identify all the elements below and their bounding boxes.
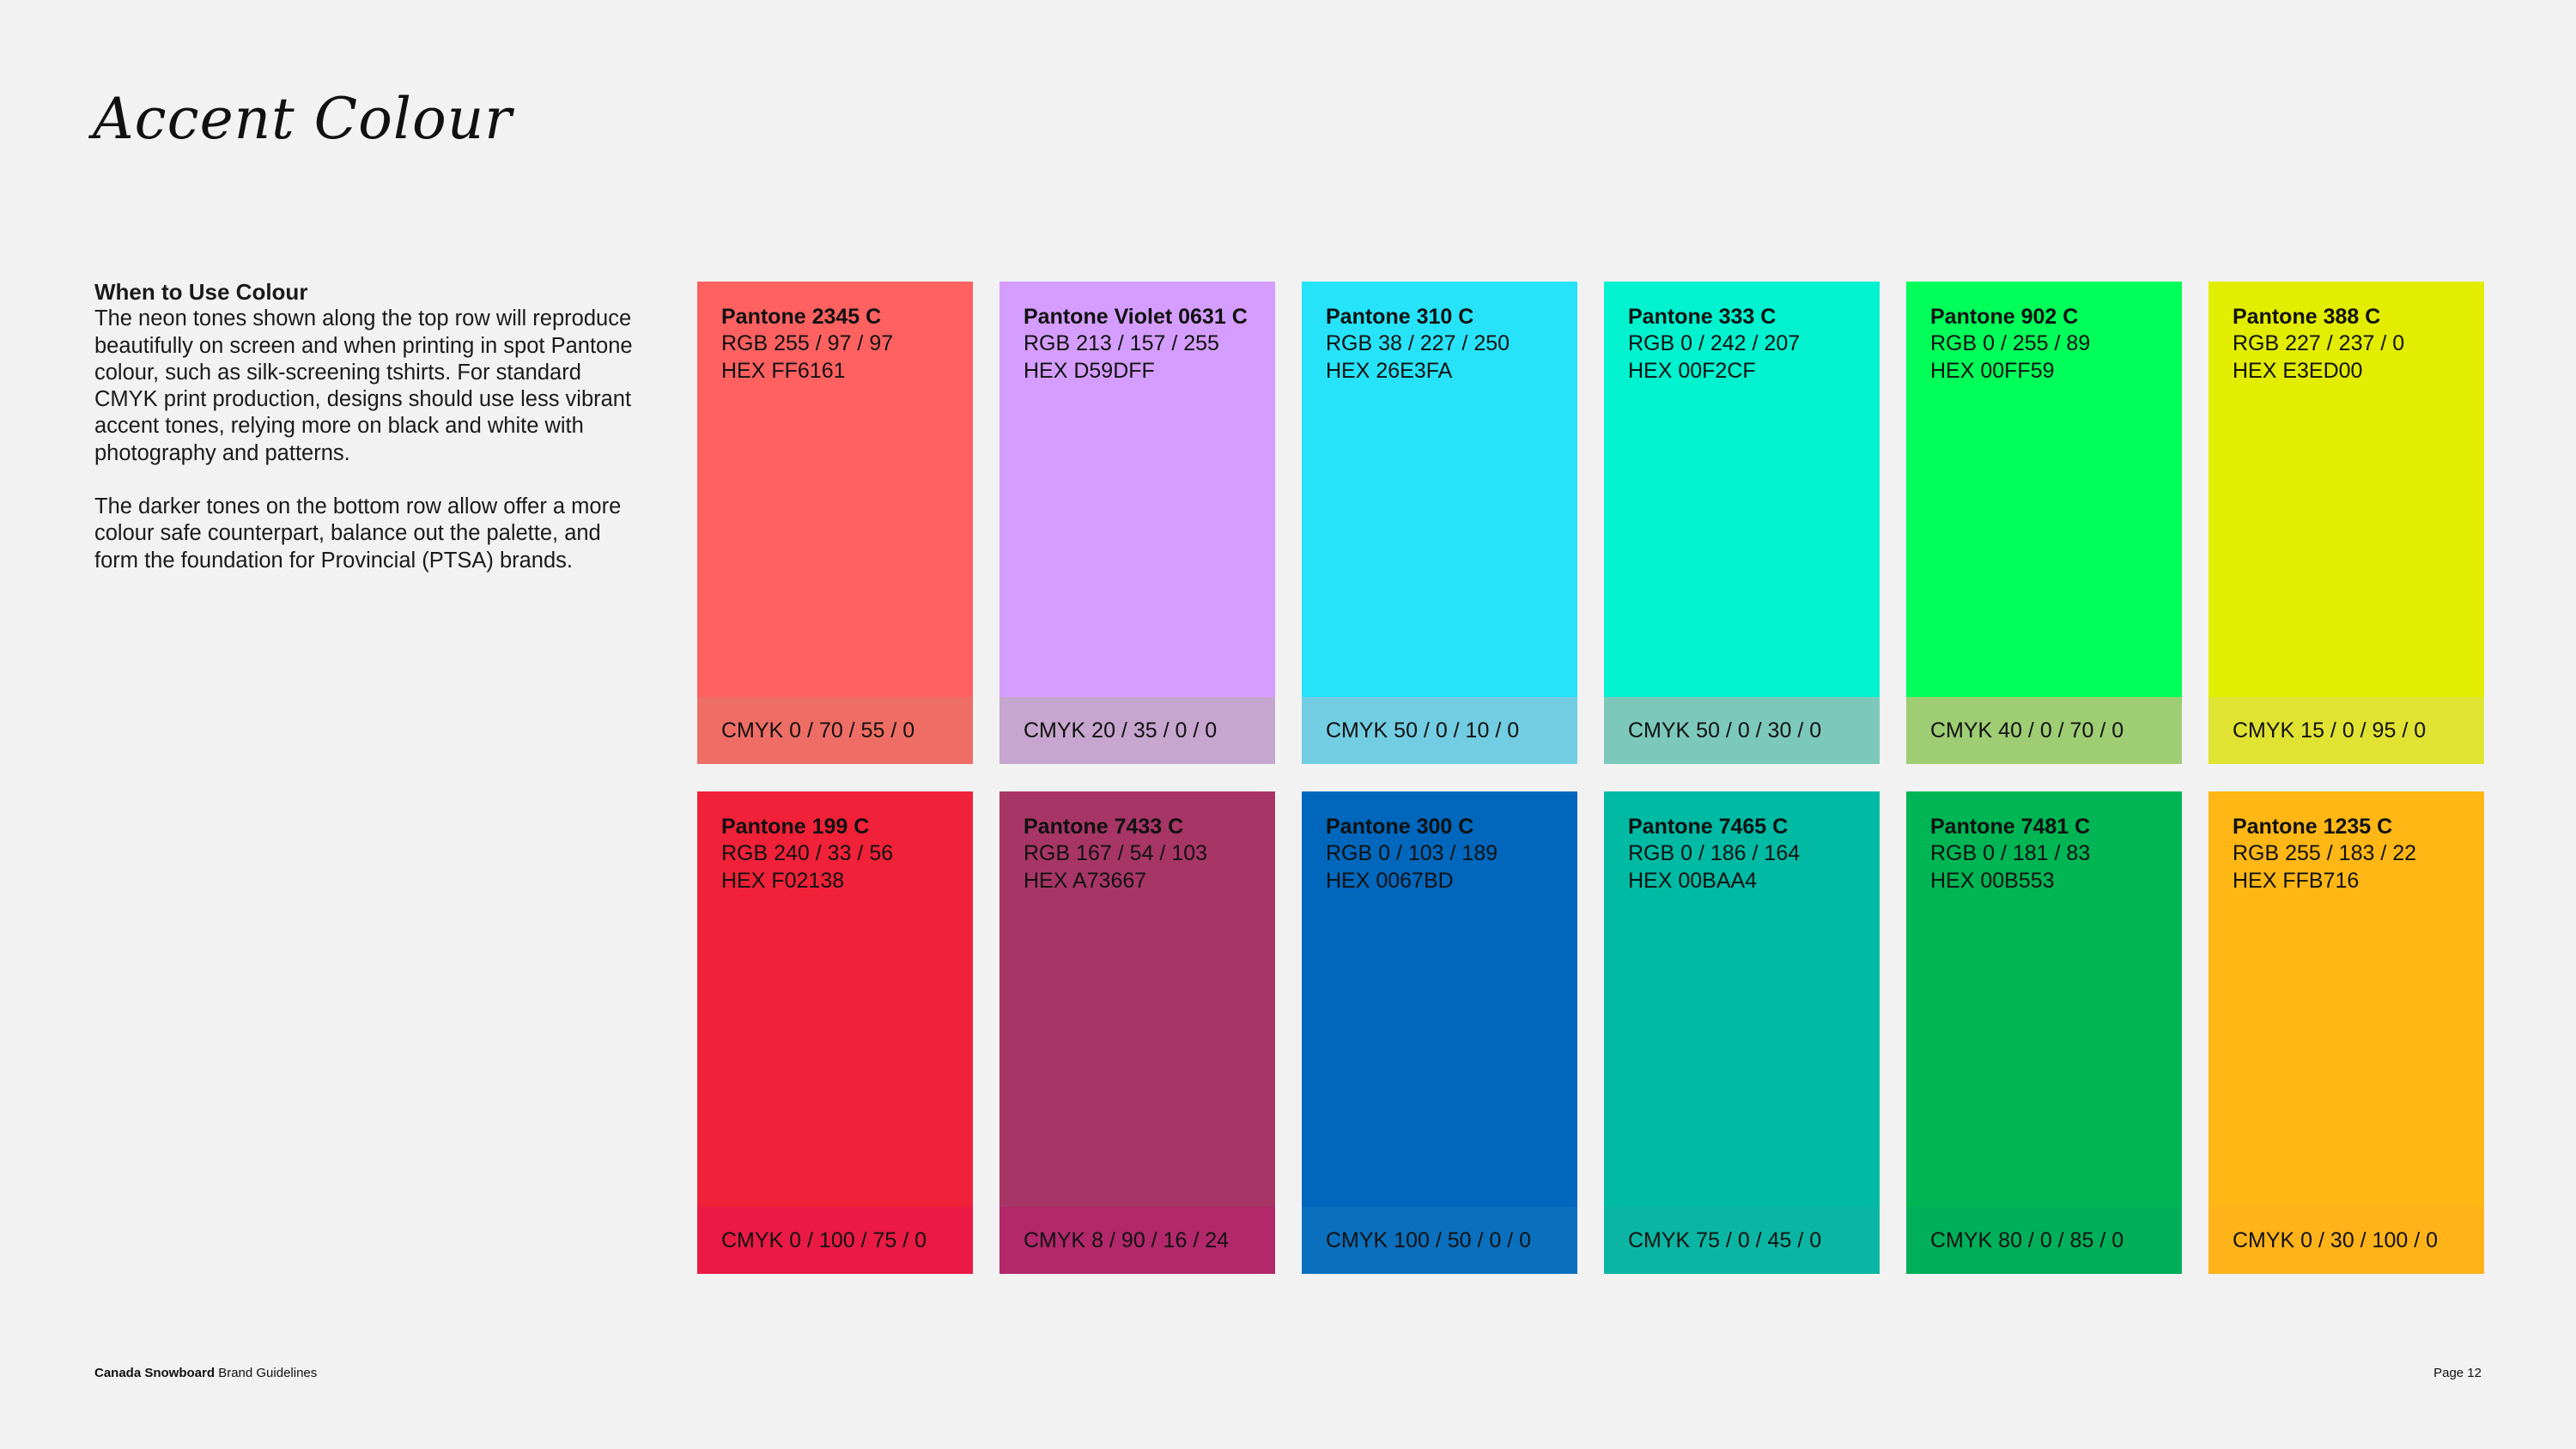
swatch-info: Pantone 333 C RGB 0 / 242 / 207 HEX 00F2CF: [1628, 304, 1800, 385]
page-number: Page 12: [2433, 1366, 2482, 1380]
swatch-hex: HEX 00F2CF: [1628, 358, 1756, 383]
swatch-info: Pantone 7433 C RGB 167 / 54 / 103 HEX A736…: [1024, 814, 1207, 894]
swatch-pantone-name: Pantone 1235 C: [2233, 815, 2393, 839]
swatch-info: Pantone 1235 C RGB 255 / 183 / 22 HEX FFB7…: [2233, 814, 2416, 894]
swatch-info: Pantone Violet 0631 C RGB 213 / 157 / 255…: [1024, 304, 1248, 385]
swatch-info: Pantone 300 C RGB 0 / 103 / 189 HEX 0067BD: [1326, 814, 1498, 894]
colour-swatch: Pantone 7481 C RGB 0 / 181 / 83 HEX 00B553…: [1906, 791, 2182, 1274]
swatch-rgb: RGB 0 / 186 / 164: [1628, 841, 1801, 866]
swatch-hex: HEX 00BAA4: [1628, 868, 1758, 893]
swatch-info: Pantone 388 C RGB 227 / 237 / 0 HEX E3ED00: [2233, 304, 2404, 385]
colour-swatch: Pantone 300 C RGB 0 / 103 / 189 HEX 0067BD…: [1302, 791, 1577, 1274]
swatch-hex: HEX F02138: [721, 868, 845, 893]
swatch-rgb: RGB 213 / 157 / 255: [1024, 331, 1219, 356]
colour-swatch: Pantone 333 C RGB 0 / 242 / 207 HEX 00F2CF…: [1604, 282, 1880, 764]
swatch-pantone-name: Pantone 7433 C: [1024, 815, 1184, 839]
footer-brand-name: Canada Snowboard: [94, 1366, 216, 1380]
colour-swatch: Pantone 2345 C RGB 255 / 97 / 97 HEX FF616…: [697, 282, 973, 764]
swatch-info: Pantone 7465 C RGB 0 / 186 / 164 HEX 00BAA…: [1628, 814, 1800, 894]
swatch-pantone-name: Pantone Violet 0631 C: [1024, 305, 1248, 329]
swatch-rgb: RGB 0 / 242 / 207: [1628, 331, 1801, 356]
swatch-cmyk: CMYK 80 / 0 / 85 / 0: [1906, 1207, 2182, 1274]
page-title: Accent Colour: [93, 86, 513, 152]
colour-swatch: Pantone Violet 0631 C RGB 213 / 157 / 255…: [999, 282, 1275, 764]
swatch-pantone-name: Pantone 7481 C: [1930, 815, 2091, 839]
swatch-info: Pantone 2345 C RGB 255 / 97 / 97 HEX FF616…: [721, 304, 893, 385]
swatch-cmyk: CMYK 0 / 100 / 75 / 0: [697, 1207, 973, 1274]
intro-paragraph: The darker tones on the bottom row allow…: [94, 494, 622, 573]
colour-swatch: Pantone 310 C RGB 38 / 227 / 250 HEX 26E3F…: [1302, 282, 1577, 764]
swatch-cmyk: CMYK 15 / 0 / 95 / 0: [2208, 697, 2484, 764]
swatch-pantone-name: Pantone 310 C: [1326, 305, 1474, 329]
swatch-cmyk: CMYK 40 / 0 / 70 / 0: [1906, 697, 2182, 764]
swatch-cmyk: CMYK 50 / 0 / 30 / 0: [1604, 697, 1880, 764]
swatch-info: Pantone 199 C RGB 240 / 33 / 56 HEX F02138: [721, 814, 893, 894]
swatch-cmyk: CMYK 100 / 50 / 0 / 0: [1302, 1207, 1577, 1274]
colour-swatch: Pantone 1235 C RGB 255 / 183 / 22 HEX FFB7…: [2208, 791, 2484, 1274]
swatch-rgb: RGB 240 / 33 / 56: [721, 841, 894, 866]
swatch-pantone-name: Pantone 902 C: [1930, 305, 2079, 329]
swatch-hex: HEX FFB716: [2233, 868, 2360, 893]
swatch-pantone-name: Pantone 388 C: [2233, 305, 2381, 329]
swatch-cmyk: CMYK 0 / 70 / 55 / 0: [697, 697, 973, 764]
swatch-pantone-name: Pantone 199 C: [721, 815, 870, 839]
swatch-cmyk: CMYK 50 / 0 / 10 / 0: [1302, 697, 1577, 764]
swatch-rgb: RGB 255 / 97 / 97: [721, 331, 894, 356]
swatch-cmyk: CMYK 20 / 35 / 0 / 0: [999, 697, 1275, 764]
colour-swatch: Pantone 7465 C RGB 0 / 186 / 164 HEX 00BAA…: [1604, 791, 1880, 1274]
swatch-info: Pantone 7481 C RGB 0 / 181 / 83 HEX 00B553: [1930, 814, 2090, 894]
colour-swatch: Pantone 199 C RGB 240 / 33 / 56 HEX F02138…: [697, 791, 973, 1274]
swatch-cmyk: CMYK 8 / 90 / 16 / 24: [999, 1207, 1275, 1274]
swatch-cmyk: CMYK 0 / 30 / 100 / 0: [2208, 1207, 2484, 1274]
swatch-info: Pantone 310 C RGB 38 / 227 / 250 HEX 26E3F…: [1326, 304, 1510, 385]
swatch-rgb: RGB 167 / 54 / 103: [1024, 841, 1208, 866]
swatch-hex: HEX 26E3FA: [1326, 358, 1453, 383]
swatch-pantone-name: Pantone 300 C: [1326, 815, 1474, 839]
colour-swatch: Pantone 902 C RGB 0 / 255 / 89 HEX 00FF59 C…: [1906, 282, 2182, 764]
swatch-rgb: RGB 227 / 237 / 0: [2233, 331, 2405, 356]
swatch-rgb: RGB 38 / 227 / 250: [1326, 331, 1510, 356]
section-heading: When to Use Colour: [94, 279, 308, 305]
footer-brand: Canada Snowboard Brand Guidelines: [94, 1366, 317, 1380]
colour-swatch: Pantone 388 C RGB 227 / 237 / 0 HEX E3ED00…: [2208, 282, 2484, 764]
swatch-grid: Pantone 2345 C RGB 255 / 97 / 97 HEX FF616…: [697, 282, 2484, 1274]
swatch-rgb: RGB 0 / 255 / 89: [1930, 331, 2091, 356]
swatch-rgb: RGB 0 / 103 / 189: [1326, 841, 1498, 866]
swatch-info: Pantone 902 C RGB 0 / 255 / 89 HEX 00FF59: [1930, 304, 2090, 385]
swatch-pantone-name: Pantone 2345 C: [721, 305, 882, 329]
intro-text-block: When to Use Colour The neon tones shown …: [94, 279, 635, 601]
intro-paragraph: The neon tones shown along the top row w…: [94, 306, 633, 465]
swatch-hex: HEX A73667: [1024, 868, 1147, 893]
swatch-pantone-name: Pantone 333 C: [1628, 305, 1777, 329]
swatch-hex: HEX FF6161: [721, 358, 846, 383]
swatch-hex: HEX 00FF59: [1930, 358, 2055, 383]
colour-swatch: Pantone 7433 C RGB 167 / 54 / 103 HEX A736…: [999, 791, 1275, 1274]
swatch-rgb: RGB 0 / 181 / 83: [1930, 841, 2091, 866]
swatch-hex: HEX D59DFF: [1024, 358, 1155, 383]
swatch-cmyk: CMYK 75 / 0 / 45 / 0: [1604, 1207, 1880, 1274]
footer-brand-suffix: Brand Guidelines: [215, 1366, 318, 1380]
swatch-hex: HEX 00B553: [1930, 868, 2055, 893]
swatch-rgb: RGB 255 / 183 / 22: [2233, 841, 2417, 866]
swatch-hex: HEX E3ED00: [2233, 358, 2363, 383]
swatch-pantone-name: Pantone 7465 C: [1628, 815, 1789, 839]
swatch-hex: HEX 0067BD: [1326, 868, 1454, 893]
